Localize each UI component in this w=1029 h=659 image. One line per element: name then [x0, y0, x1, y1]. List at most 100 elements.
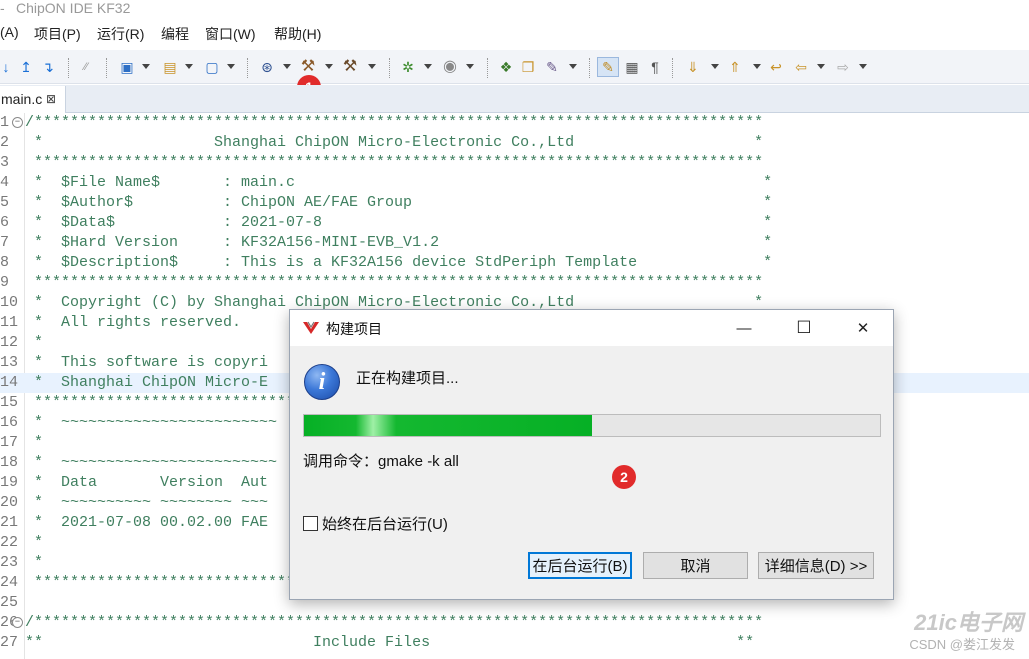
code-text: * $Author$ : ChipON AE/FAE Group *	[25, 194, 773, 211]
run-icon[interactable]: ◉	[440, 57, 460, 77]
show-whitespace-icon[interactable]: ¶	[646, 57, 664, 77]
code-text: ** Include Files **	[25, 634, 755, 651]
cancel-button[interactable]: 取消	[643, 552, 748, 579]
line-number: 21	[0, 514, 19, 531]
menu-bar: (A) 项目(P) 运行(R) 编程 窗口(W) 帮助(H)	[0, 22, 1029, 46]
code-text: * ~~~~~~~~~~~~~~~~~~~~~~~~	[25, 414, 278, 431]
close-tab-icon[interactable]: ⊠	[46, 86, 56, 112]
menu-item-program[interactable]: 编程	[161, 24, 189, 44]
next-annotation-icon[interactable]: ⇓	[684, 57, 702, 77]
code-text: * $Description$ : This is a KF32A156 dev…	[25, 254, 773, 271]
new-project-icon[interactable]: ▣	[117, 57, 137, 77]
new-project-dropdown-icon[interactable]	[142, 64, 150, 69]
code-line: 2 * Shanghai ChipON Micro-Electronic Co.…	[0, 133, 1029, 153]
command-label: 调用命令：gmake -k all	[303, 453, 459, 470]
previous-annotation-dropdown-icon[interactable]	[753, 64, 761, 69]
progress-fill	[304, 415, 592, 436]
forward-arrow-icon[interactable]: ⇨	[834, 57, 852, 77]
always-run-in-background-checkbox[interactable]	[303, 516, 318, 531]
block-selection-icon[interactable]: ▦	[623, 57, 641, 77]
previous-annotation-icon[interactable]: ⇑	[726, 57, 744, 77]
run-in-background-button[interactable]: 在后台运行(B)	[528, 552, 632, 579]
chipon-app-icon	[303, 321, 319, 334]
code-line: 8 * $Description$ : This is a KF32A156 d…	[0, 253, 1029, 273]
line-number: 24	[0, 574, 19, 591]
always-run-in-background-option[interactable]: 始终在后台运行(U)	[303, 513, 448, 534]
target-config-dropdown-icon[interactable]	[283, 64, 291, 69]
new-folder-dropdown-icon[interactable]	[185, 64, 193, 69]
minimize-icon[interactable]: —	[721, 310, 767, 346]
details-button[interactable]: 详细信息(D) >>	[758, 552, 874, 579]
toggle-comment-icon[interactable]: ⁄⁄	[78, 57, 94, 77]
menu-item-help[interactable]: 帮助(H)	[274, 24, 321, 44]
debug-dropdown-icon[interactable]	[424, 64, 432, 69]
rebuild-dropdown-icon[interactable]	[368, 64, 376, 69]
download-dropdown-icon[interactable]	[569, 64, 577, 69]
toolbar-separator	[389, 58, 390, 78]
open-folder-icon[interactable]: ❐	[518, 57, 538, 77]
code-text: * $Hard Version : KF32A156-MINI-EVB_V1.2…	[25, 234, 773, 251]
mark-occurrences-icon[interactable]: ✎	[597, 57, 619, 77]
tab-main-c[interactable]: main.c ⊠	[0, 86, 66, 113]
menu-item-window[interactable]: 窗口(W)	[205, 24, 256, 44]
new-file-icon[interactable]: ▢	[202, 57, 222, 77]
line-number: 27	[0, 634, 19, 651]
next-annotation-dropdown-icon[interactable]	[711, 64, 719, 69]
run-dropdown-icon[interactable]	[466, 64, 474, 69]
menu-item-project[interactable]: 项目(P)	[34, 24, 81, 44]
line-number: 4	[0, 174, 10, 191]
dialog-message: 正在构建项目...	[356, 370, 459, 387]
code-text: * ~~~~~~~~~~ ~~~~~~~~ ~~~	[25, 494, 269, 511]
line-number: 13	[0, 354, 19, 371]
line-number: 14	[0, 374, 19, 391]
toolbar-separator	[589, 58, 590, 78]
tab-label: main.c	[1, 91, 43, 107]
toolbar-separator	[487, 58, 488, 78]
line-number: 16	[0, 414, 19, 431]
dialog-title: 构建项目	[326, 321, 382, 337]
code-text: *	[25, 554, 44, 571]
debug-bug-icon[interactable]: ✲	[398, 57, 418, 77]
code-line: 1−/*************************************…	[0, 113, 1029, 133]
open-project-icon[interactable]: ❖	[496, 57, 516, 77]
code-text: * All rights reserved.	[25, 314, 242, 331]
window-title: ChipON IDE KF32	[16, 0, 131, 16]
code-line: 6 * $Data$ : 2021-07-8 *	[0, 213, 1029, 233]
code-text: * Data Version Aut	[25, 474, 269, 491]
fold-collapse-icon[interactable]: −	[12, 117, 23, 128]
download-icon[interactable]: ✎	[542, 57, 562, 77]
code-text: /***************************************…	[25, 614, 764, 631]
menu-item-a[interactable]: (A)	[0, 24, 19, 40]
new-file-dropdown-icon[interactable]	[227, 64, 235, 69]
code-text: ******************************	[25, 394, 305, 411]
back-dropdown-icon[interactable]	[817, 64, 825, 69]
dialog-title-bar: 构建项目 — ☐ ✕	[290, 310, 893, 346]
watermark-site: 21ic电子网	[914, 610, 1023, 635]
maximize-icon[interactable]: ☐	[781, 310, 827, 346]
fold-collapse-icon[interactable]: −	[12, 617, 23, 628]
new-folder-icon[interactable]: ▤	[160, 57, 180, 77]
back-arrow-icon[interactable]: ⇦	[792, 57, 810, 77]
toolbar-separator	[672, 58, 673, 78]
line-number: 12	[0, 334, 19, 351]
rebuild-icon[interactable]: ⚒	[340, 57, 360, 77]
step-into-icon[interactable]: ↓	[0, 57, 12, 77]
step-return-icon[interactable]: ↥	[18, 57, 34, 77]
code-line: 4 * $File Name$ : main.c *	[0, 173, 1029, 193]
step-over-icon[interactable]: ↴	[40, 57, 56, 77]
title-prefix: -	[0, 0, 5, 16]
menu-item-run[interactable]: 运行(R)	[97, 24, 144, 44]
close-icon[interactable]: ✕	[840, 310, 886, 346]
build-dropdown-icon[interactable]	[325, 64, 333, 69]
target-config-icon[interactable]: ⊛	[258, 57, 276, 77]
forward-dropdown-icon[interactable]	[859, 64, 867, 69]
code-text: ****************************************…	[25, 274, 764, 291]
build-project-dialog: 构建项目 — ☐ ✕ i 正在构建项目... 调用命令：gmake -k all…	[289, 309, 894, 600]
code-text: * Shanghai ChipON Micro-Electronic Co.,L…	[25, 134, 764, 151]
code-text: *	[25, 534, 44, 551]
line-number: 22	[0, 534, 19, 551]
build-hammer-icon[interactable]: ⚒	[298, 57, 318, 77]
line-number: 6	[0, 214, 10, 231]
toolbar-separator	[247, 58, 248, 78]
last-edit-location-icon[interactable]: ↩	[767, 57, 785, 77]
